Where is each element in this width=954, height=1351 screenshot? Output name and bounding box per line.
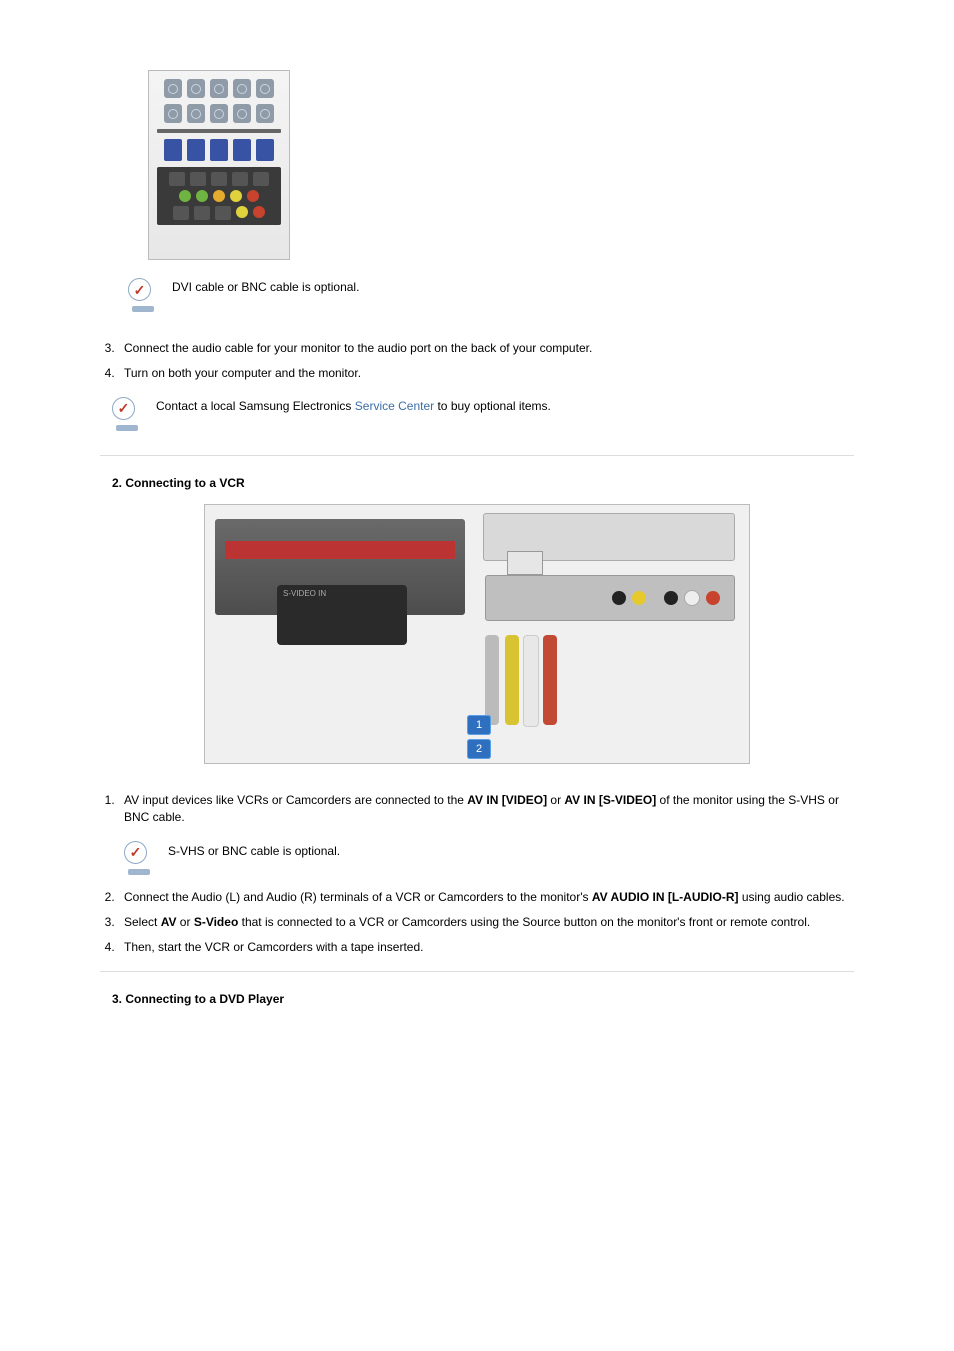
note-dvi-bnc: DVI cable or BNC cable is optional. <box>128 278 854 308</box>
section-divider <box>100 971 854 972</box>
list-item: Connect the audio cable for your monitor… <box>118 336 854 361</box>
port-row-1 <box>157 79 281 98</box>
usb-row <box>157 139 281 161</box>
checkmark-icon <box>112 397 142 427</box>
section-title-dvd: 3. Connecting to a DVD Player <box>112 992 854 1006</box>
text: to buy optional items. <box>434 399 551 413</box>
list-item: AV input devices like VCRs or Camcorders… <box>118 788 854 885</box>
svideo-panel <box>277 585 407 645</box>
checkmark-icon <box>128 278 158 308</box>
section-divider <box>100 455 854 456</box>
callout-badge-2: 2 <box>467 739 491 759</box>
service-center-link[interactable]: Service Center <box>355 399 434 413</box>
cable-audio-r <box>543 635 557 725</box>
connector-panel-figure <box>148 70 290 260</box>
callout-badge-1: 1 <box>467 715 491 735</box>
list-item: Select AV or S-Video that is connected t… <box>118 910 854 935</box>
vcr-rear-panel <box>485 575 735 621</box>
list-item: Turn on both your computer and the monit… <box>118 361 854 386</box>
steps-list-2: AV input devices like VCRs or Camcorders… <box>100 788 854 961</box>
port-row-2 <box>157 104 281 123</box>
divider-bar <box>157 129 281 133</box>
note-text: S-VHS or BNC cable is optional. <box>168 841 340 860</box>
vcr-connection-figure: 1 2 <box>204 504 750 764</box>
note-text: DVI cable or BNC cable is optional. <box>172 278 359 294</box>
cable-svideo <box>485 635 499 725</box>
list-item: Then, start the VCR or Camcorders with a… <box>118 935 854 960</box>
section-title-vcr: 2. Connecting to a VCR <box>112 476 854 490</box>
cable-video <box>505 635 519 725</box>
list-item: Connect the Audio (L) and Audio (R) term… <box>118 885 854 910</box>
av-panel <box>157 167 281 225</box>
note-svhs-bnc: S-VHS or BNC cable is optional. <box>124 841 854 871</box>
text: Contact a local Samsung Electronics <box>156 399 355 413</box>
checkmark-icon <box>124 841 154 871</box>
arrow-icon <box>507 551 543 575</box>
cable-audio-l <box>523 635 539 727</box>
document-page: DVI cable or BNC cable is optional. Conn… <box>0 0 954 1080</box>
note-service-center: Contact a local Samsung Electronics Serv… <box>112 397 854 427</box>
note-text: Contact a local Samsung Electronics Serv… <box>156 397 551 413</box>
steps-list-1: Connect the audio cable for your monitor… <box>100 336 854 387</box>
